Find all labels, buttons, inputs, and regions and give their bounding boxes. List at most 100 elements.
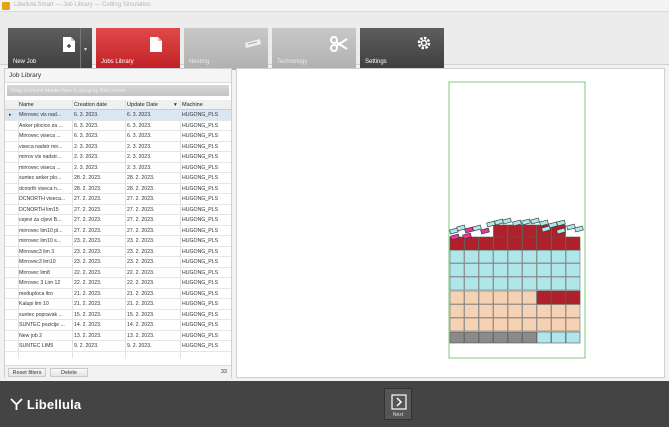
nested-part — [478, 290, 494, 305]
nesting-preview — [448, 81, 586, 359]
cell-creation-date: 15. 2. 2023. — [74, 311, 102, 318]
table-row[interactable]: suntec popravak ... 15. 2. 2023. 15. 2. 20… — [5, 310, 231, 320]
cell-machine: HUGONG_PLS — [182, 269, 219, 276]
column-header-creation-date[interactable]: Creation date — [74, 102, 107, 108]
sort-desc-icon[interactable]: ▾ — [174, 102, 177, 108]
table-row[interactable]: Mirrovec viseca ... 6. 3. 2023. 6. 3. 2023… — [5, 131, 231, 142]
scissors-icon — [330, 36, 348, 52]
nested-part — [493, 249, 508, 264]
nested-part — [536, 263, 552, 277]
table-row[interactable]: mirrovec lim10 s... 23. 2. 2023. 23. 2. 20… — [5, 236, 231, 247]
nested-part — [507, 263, 523, 277]
cell-update-date: 23. 2. 2023. — [127, 259, 155, 265]
table-row[interactable]: Mirrovec3 lim10 23. 2. 2023. 23. 2. 2023. H… — [5, 257, 231, 268]
cell-creation-date: 6. 3. 2023. — [74, 112, 99, 118]
jobs-library-button[interactable]: Jobs Library — [96, 28, 180, 70]
table-row[interactable]: cejevi za cijevi B... 27. 2. 2023. 27. 2. … — [5, 215, 231, 226]
nested-part — [522, 276, 537, 291]
cell-update-date: 27. 2. 2023. — [127, 206, 155, 213]
job-count: 33 — [220, 369, 227, 375]
new-job-dropdown[interactable]: ▾ — [80, 28, 92, 70]
column-header-name[interactable]: Name — [19, 102, 34, 108]
nested-part — [449, 249, 465, 264]
column-header-machine[interactable]: Machine — [182, 102, 203, 108]
cell-machine: HUGONG_PLS — [182, 322, 219, 328]
dragonfly-icon — [10, 398, 23, 410]
nested-part — [536, 236, 552, 251]
nested-part — [536, 290, 552, 305]
new-job-button[interactable]: New Job ▾ — [8, 28, 92, 70]
nested-part — [522, 224, 537, 238]
table-row[interactable]: Anker plocice za ... 6. 3. 2023. 6. 3. 202… — [5, 121, 231, 131]
table-row[interactable]: Mirrovec lim8 22. 2. 2023. 22. 2. 2023. HUG… — [5, 268, 231, 278]
cell-creation-date: 13. 2. 2023. — [74, 332, 102, 339]
nested-part — [551, 249, 566, 264]
cell-creation-date: 27. 2. 2023. — [74, 196, 102, 202]
cell-name: Mirrovec 3 Lim 12 — [19, 280, 61, 286]
nested-part — [464, 249, 479, 264]
cell-machine: HUGONG_PLS — [182, 122, 219, 129]
table-row[interactable]: dcnorth viseca n... 28. 2. 2023. 28. 2. 20… — [5, 184, 231, 194]
cell-machine: HUGONG_PLS — [182, 248, 219, 255]
nested-part — [551, 236, 566, 251]
cell-machine: HUGONG_PLS — [182, 154, 219, 160]
next-button[interactable]: Next — [384, 388, 412, 420]
cell-update-date: 2. 3. 2023. — [127, 143, 152, 150]
nested-part — [565, 304, 581, 318]
settings-label: Settings — [365, 59, 387, 65]
reset-filters-button[interactable]: Reset filters — [8, 368, 46, 377]
nested-part — [507, 236, 523, 251]
cell-update-date: 28. 2. 2023. — [127, 185, 155, 192]
cell-creation-date: 14. 2. 2023. — [74, 322, 102, 328]
nested-part — [464, 317, 479, 332]
cell-machine: HUGONG_PLS — [182, 196, 219, 202]
nested-part — [449, 276, 465, 291]
window-title: Libellula.Smart — Job Library — Cutting … — [14, 2, 151, 8]
cell-update-date: 9. 2. 2023. — [127, 343, 152, 349]
nested-part — [449, 263, 465, 277]
table-row[interactable]: DCNORTH viseca... 27. 2. 2023. 27. 2. 2023… — [5, 194, 231, 205]
sheet-preview-canvas[interactable] — [236, 68, 665, 378]
table-row[interactable]: međuploca itro 21. 2. 2023. 21. 2. 2023. HU… — [5, 289, 231, 299]
table-row[interactable]: Kalupi lim 10 21. 2. 2023. 21. 2. 2023. HUG… — [5, 299, 231, 310]
group-by-area[interactable]: Drag a column header here to group by th… — [7, 85, 229, 96]
cell-machine: HUGONG_PLS — [182, 143, 219, 150]
table-row[interactable]: viseca nadstr mir... 2. 3. 2023. 2. 3. 202… — [5, 142, 231, 152]
table-row[interactable]: mirrovec viseca ... 2. 3. 2023. 2. 3. 2023… — [5, 163, 231, 173]
table-row[interactable]: mirrov vis nadstr... 2. 3. 2023. 2. 3. 202… — [5, 152, 231, 163]
cell-creation-date: 6. 3. 2023. — [74, 133, 99, 139]
cell-update-date: 21. 2. 2023. — [127, 290, 155, 297]
cell-machine: HUGONG_PLS — [182, 164, 219, 171]
table-row[interactable]: SUNTEC LIM5 9. 2. 2023. 9. 2. 2023. HUGONG_… — [5, 341, 231, 352]
technology-button[interactable]: Technology — [272, 28, 356, 70]
delete-button[interactable]: Delete — [50, 368, 88, 377]
table-row[interactable]: SUNTEC pozicije ... 14. 2. 2023. 14. 2. 20… — [5, 320, 231, 331]
nested-part — [565, 317, 581, 332]
cell-machine: HUGONG_PLS — [182, 206, 219, 213]
cell-machine: HUGONG_PLS — [182, 238, 219, 244]
cell-machine: HUGONG_PLS — [182, 185, 219, 192]
table-row[interactable]: mirrovec lim10 pl... 27. 2. 2023. 27. 2. 2… — [5, 226, 231, 236]
nesting-label: Nesting — [189, 59, 210, 65]
nesting-button[interactable]: Nesting — [184, 28, 268, 70]
cell-machine: HUGONG_PLS — [182, 217, 219, 223]
cell-name: New job 2 — [19, 332, 43, 339]
row-indicator-icon: ▸ — [9, 112, 12, 118]
cell-name: dcnorth viseca n... — [19, 185, 62, 192]
column-header-update-date[interactable]: Update Date — [127, 102, 158, 108]
settings-button[interactable]: Settings — [360, 28, 444, 70]
table-row[interactable]: DCNORTH lim15 27. 2. 2023. 27. 2. 2023. HUG… — [5, 205, 231, 215]
jobs-library-label: Jobs Library — [101, 59, 134, 65]
cell-name: cejevi za cijevi B... — [19, 217, 62, 223]
table-row[interactable]: New job 2 13. 2. 2023. 13. 2. 2023. HUGONG_… — [5, 331, 231, 341]
nested-part — [507, 290, 523, 305]
table-row[interactable]: ▸ Mirrovec vis nad... 6. 3. 2023. 6. 3. 202… — [5, 110, 231, 121]
document-icon — [150, 37, 162, 52]
cell-name: suntec popravak ... — [19, 311, 63, 318]
cell-creation-date: 6. 3. 2023. — [74, 122, 99, 129]
cell-update-date: 28. 2. 2023. — [127, 175, 155, 181]
table-row[interactable]: Mirrovec 3 Lim 12 22. 2. 2023. 22. 2. 2023… — [5, 278, 231, 289]
new-job-label: New Job — [13, 59, 37, 65]
table-row[interactable]: Mirrovec3 lim 3 23. 2. 2023. 23. 2. 2023. H… — [5, 247, 231, 257]
table-row[interactable]: suntec anker plo... 28. 2. 2023. 28. 2. 20… — [5, 173, 231, 184]
